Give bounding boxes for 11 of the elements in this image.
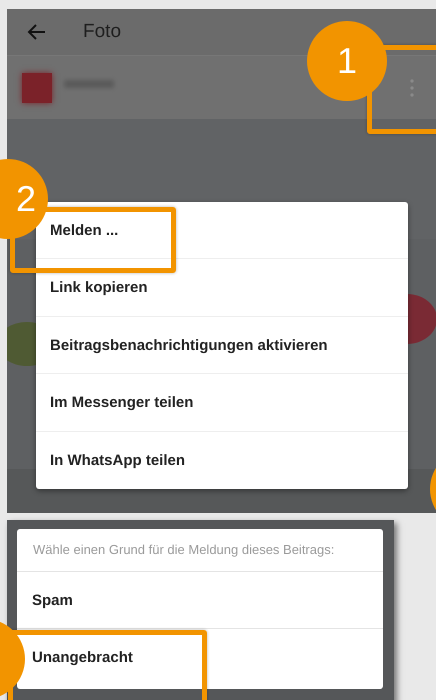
back-arrow-icon[interactable] bbox=[27, 22, 47, 42]
avatar bbox=[22, 72, 52, 102]
menu-item[interactable]: In WhatsApp teilen bbox=[50, 450, 185, 471]
menu-item[interactable]: Beitragsbenachrichtigungen aktivieren bbox=[50, 336, 328, 356]
menu-item[interactable]: Link kopieren bbox=[50, 278, 148, 298]
menu-item[interactable]: Im Messenger teilen bbox=[50, 393, 194, 414]
report-reason-option[interactable]: Spam bbox=[32, 591, 73, 612]
menu-item[interactable]: Melden ... bbox=[50, 221, 118, 242]
report-reason-option[interactable]: Unangebracht bbox=[32, 648, 133, 668]
dialog-prompt: Wähle einen Grund für die Meldung dieses Beitrags: bbox=[17, 529, 383, 572]
screen-title: Foto bbox=[83, 21, 122, 43]
